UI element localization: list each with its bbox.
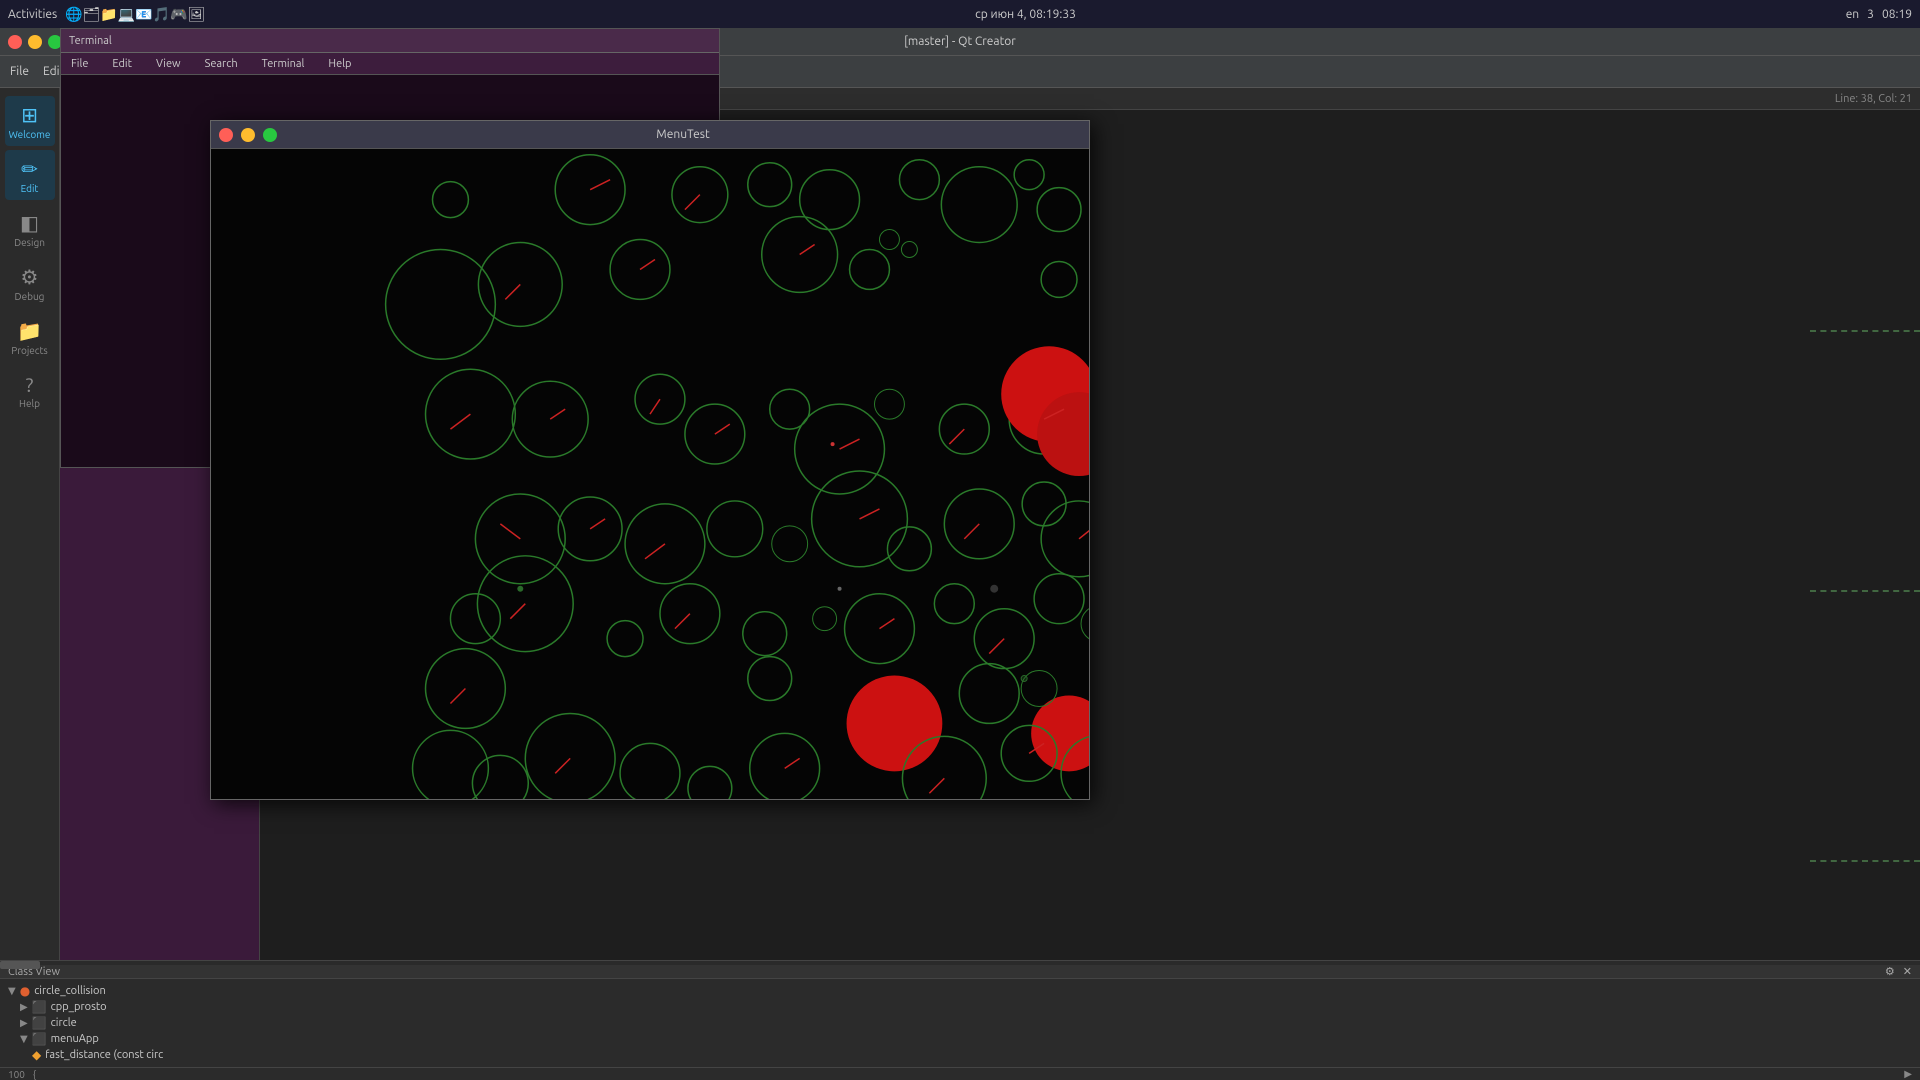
bottom-statusbar: 100 { ▶ [0, 1067, 1920, 1080]
welcome-icon: ⊞ [21, 103, 38, 127]
indicator-count: 3 [1867, 8, 1874, 21]
terminal-menu-terminal[interactable]: Terminal [256, 58, 311, 70]
circles-canvas [211, 149, 1089, 799]
menutest-titlebar: MenuTest [211, 121, 1089, 149]
window-controls [8, 35, 62, 49]
terminal-title-text: Terminal [69, 35, 112, 47]
terminal-menu-edit[interactable]: Edit [106, 58, 138, 70]
close-button[interactable] [8, 35, 22, 49]
bottom-panel-header: Class View ⚙ ✕ [0, 965, 1920, 979]
tree-fast-distance-label: fast_distance (const circ [45, 1049, 163, 1061]
help-label: Help [19, 398, 40, 409]
left-sidebar: ⊞ Welcome ✏ Edit ◧ Design ⚙ Debug 📁 Proj… [0, 88, 60, 1080]
tree-root[interactable]: ▼ ● circle_collision [8, 983, 1912, 999]
menutest-window[interactable]: MenuTest [210, 120, 1090, 800]
tree-circle-arrow: ▶ [20, 1017, 28, 1029]
app-icons: 🌐🗂📁💻📧🎵🎮🖼 [65, 6, 205, 23]
welcome-label: Welcome [9, 129, 51, 140]
scroll-thumb [0, 961, 40, 969]
sidebar-item-welcome[interactable]: ⊞ Welcome [5, 96, 55, 146]
system-bar-right: en 3 08:19 [1846, 8, 1912, 21]
activities-label[interactable]: Activities [8, 8, 57, 21]
horizontal-scrollbar[interactable] [0, 961, 1920, 965]
debug-run-status: ▶ [1904, 1068, 1912, 1080]
design-label: Design [14, 237, 45, 248]
bottom-status-text: 100 [8, 1069, 25, 1080]
sidebar-item-design[interactable]: ◧ Design [5, 204, 55, 254]
terminal-menubar: File Edit View Search Terminal Help [61, 53, 719, 75]
minimize-button[interactable] [28, 35, 42, 49]
sidebar-item-debug[interactable]: ⚙ Debug [5, 258, 55, 308]
tree-fast-distance-icon: ◆ [32, 1048, 41, 1062]
edit-label: Edit [21, 183, 39, 194]
menu-file[interactable]: File [4, 65, 35, 78]
sidebar-item-help[interactable]: ? Help [5, 366, 55, 416]
tree-cpp-prosto-icon: ⬛ [32, 1000, 47, 1014]
bottom-panel: Class View ⚙ ✕ ▼ ● circle_collision ▶ ⬛ … [0, 960, 1920, 1080]
tree-root-icon: ● [20, 984, 30, 998]
tree-item-fast-distance[interactable]: ◆ fast_distance (const circ [8, 1047, 1912, 1063]
bottom-status-brace: { [33, 1069, 36, 1080]
menutest-max[interactable] [263, 128, 277, 142]
tree-circle-icon: ⬛ [32, 1016, 47, 1030]
sidebar-item-projects[interactable]: 📁 Projects [5, 312, 55, 362]
tree-item-circle[interactable]: ▶ ⬛ circle [8, 1015, 1912, 1031]
dashed-line-1 [1810, 330, 1920, 332]
menutest-min[interactable] [241, 128, 255, 142]
dashed-line-3 [1810, 860, 1920, 862]
system-bar-left: Activities 🌐🗂📁💻📧🎵🎮🖼 [8, 6, 205, 23]
help-icon: ? [26, 373, 34, 396]
terminal-menu-help[interactable]: Help [322, 58, 357, 70]
edit-icon: ✏ [21, 157, 38, 181]
debug-icon: ⚙ [21, 265, 39, 289]
menutest-close[interactable] [219, 128, 233, 142]
tree-cpp-prosto-label: cpp_prosto [51, 1001, 107, 1013]
menutest-canvas[interactable] [211, 149, 1089, 799]
debug-label: Debug [15, 291, 45, 302]
projects-icon: 📁 [17, 319, 42, 343]
dashed-line-2 [1810, 590, 1920, 592]
tree-root-label: circle_collision [34, 985, 106, 997]
datetime-label: ср июн 4, 08:19:33 [975, 8, 1076, 21]
terminal-menu-search[interactable]: Search [199, 58, 244, 70]
projects-label: Projects [11, 345, 47, 356]
terminal-title-bar: Terminal [61, 29, 719, 53]
class-view-close[interactable]: ✕ [1903, 965, 1912, 978]
class-view-content: ▼ ● circle_collision ▶ ⬛ cpp_prosto ▶ ⬛ … [0, 979, 1920, 1067]
tree-item-menuapp[interactable]: ▼ ⬛ menuApp [8, 1031, 1912, 1047]
system-bar: Activities 🌐🗂📁💻📧🎵🎮🖼 ср июн 4, 08:19:33 e… [0, 0, 1920, 28]
tree-cpp-prosto-arrow: ▶ [20, 1001, 28, 1013]
tree-menuapp-label: menuApp [51, 1033, 99, 1045]
terminal-menu-file[interactable]: File [65, 58, 94, 70]
class-view-settings[interactable]: ⚙ [1885, 965, 1895, 978]
design-icon: ◧ [20, 211, 39, 235]
line-col-status: Line: 38, Col: 21 [1835, 93, 1912, 105]
tree-item-cpp-prosto[interactable]: ▶ ⬛ cpp_prosto [8, 999, 1912, 1015]
tree-menuapp-arrow: ▼ [20, 1033, 28, 1045]
menutest-title: MenuTest [285, 128, 1081, 141]
tree-root-arrow: ▼ [8, 985, 16, 997]
clock: 08:19 [1882, 8, 1912, 21]
system-bar-center: ср июн 4, 08:19:33 [975, 8, 1076, 21]
terminal-menu-view[interactable]: View [150, 58, 187, 70]
sidebar-item-edit[interactable]: ✏ Edit [5, 150, 55, 200]
tree-circle-label: circle [51, 1017, 77, 1029]
tree-menuapp-icon: ⬛ [32, 1032, 47, 1046]
lang-indicator: en [1846, 8, 1859, 21]
